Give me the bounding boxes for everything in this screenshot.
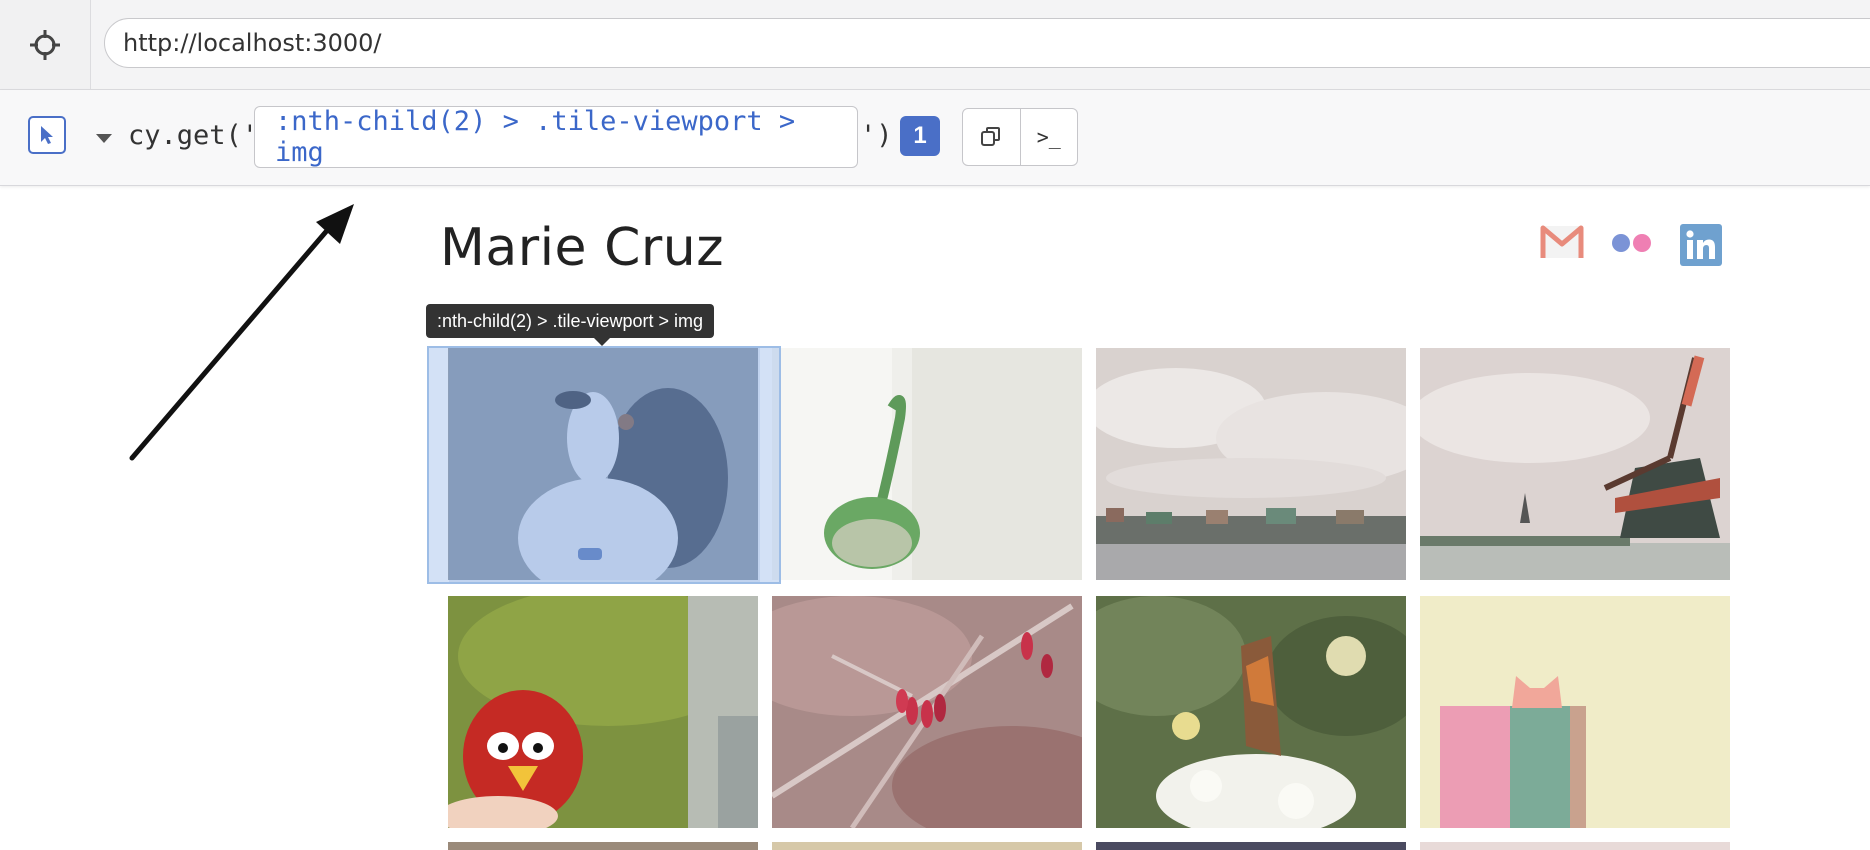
tile-image <box>1096 348 1406 580</box>
flickr-icon[interactable] <box>1610 232 1654 254</box>
tile-image <box>772 348 1082 580</box>
cursor-icon <box>41 126 53 144</box>
tile-image <box>448 348 758 580</box>
selector-input[interactable]: :nth-child(2) > .tile-viewport > img <box>254 106 858 168</box>
tile-image <box>772 596 1082 828</box>
selector-text: :nth-child(2) > .tile-viewport > img <box>275 106 796 168</box>
gallery-tile-butterfly[interactable] <box>1096 596 1406 828</box>
gmail-icon[interactable] <box>1540 224 1584 260</box>
gallery-tile-red-berries[interactable] <box>772 596 1082 828</box>
playground-actions: >_ <box>962 108 1078 166</box>
chevron-down-icon[interactable] <box>96 134 112 143</box>
gallery-tile-partial[interactable] <box>1096 842 1406 850</box>
match-count-badge: 1 <box>900 116 940 156</box>
tile-image <box>1096 596 1406 828</box>
gallery-tile-partial[interactable] <box>772 842 1082 850</box>
command-suffix: ') <box>860 120 893 151</box>
tile-image <box>448 596 758 828</box>
copy-icon <box>981 127 1001 146</box>
url-text: http://localhost:3000/ <box>123 29 382 57</box>
annotation-arrow <box>129 204 354 461</box>
selector-tooltip: :nth-child(2) > .tile-viewport > img <box>426 304 714 346</box>
selector-target-button[interactable] <box>0 0 91 89</box>
print-to-console-button[interactable]: >_ <box>1019 109 1078 165</box>
url-bar: http://localhost:3000/ <box>0 0 1870 90</box>
selector-playground: cy.get(' :nth-child(2) > .tile-viewport … <box>0 90 1870 186</box>
site-title: Marie Cruz <box>440 218 725 278</box>
linkedin-icon[interactable] <box>1680 224 1722 266</box>
gallery-tile-windmill[interactable] <box>1420 348 1730 580</box>
gallery-tile-origami-swan[interactable] <box>772 348 1082 580</box>
gallery-tile-partial[interactable] <box>448 842 758 850</box>
gallery-tile-partial[interactable] <box>1420 842 1730 850</box>
copy-button[interactable] <box>963 109 1020 165</box>
url-input[interactable]: http://localhost:3000/ <box>104 18 1870 68</box>
tile-image <box>1420 596 1730 828</box>
terminal-icon: >_ <box>1036 125 1061 149</box>
gallery-tile-origami-cat-book[interactable] <box>1420 596 1730 828</box>
selector-pointer-button[interactable] <box>28 116 66 154</box>
gallery-tile-origami-red-bird[interactable] <box>448 596 758 828</box>
gallery-tile-dog[interactable] <box>448 348 758 580</box>
tile-image <box>1420 348 1730 580</box>
crosshair-icon <box>30 29 60 60</box>
gallery-tile-village-waterfront[interactable] <box>1096 348 1406 580</box>
command-prefix: cy.get(' <box>128 120 259 151</box>
